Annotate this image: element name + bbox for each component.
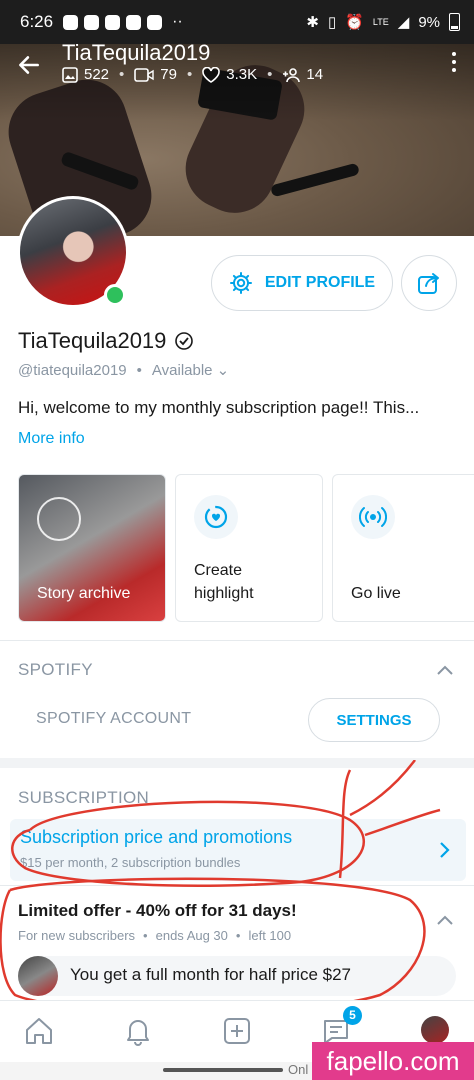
profile-name: TiaTequila2019: [18, 328, 194, 354]
avatar: [18, 956, 58, 996]
video-icon: [134, 67, 154, 82]
battery-percent: 9%: [418, 13, 440, 31]
verified-icon: [175, 332, 194, 350]
watermark: fapello.com: [312, 1042, 474, 1080]
offer-message-text: You get a full month for half price $27: [70, 965, 351, 984]
subscription-price-desc: $15 per month, 2 subscription bundles: [20, 855, 241, 870]
online-indicator: [104, 284, 126, 306]
status-more: ··: [172, 13, 183, 30]
highlight-icon: [194, 495, 238, 539]
profile-nav-avatar[interactable]: [421, 1016, 449, 1044]
home-indicator[interactable]: [163, 1068, 283, 1072]
alarm-icon: ⏰: [345, 14, 364, 31]
offer-message-preview: You get a full month for half price $27: [18, 956, 456, 996]
edit-profile-label: EDIT PROFILE: [264, 274, 376, 291]
signal-icon: ◢: [397, 14, 410, 31]
heart-icon: [202, 66, 221, 83]
add-post-icon[interactable]: [221, 1015, 253, 1047]
chevron-up-icon[interactable]: [436, 664, 454, 676]
spotify-section-title: SPOTIFY: [18, 660, 93, 679]
broadcast-icon: [351, 495, 395, 539]
stat-videos: 79: [134, 66, 177, 83]
status-time: 6:26: [20, 12, 54, 31]
back-arrow-icon[interactable]: [16, 52, 42, 78]
bell-icon[interactable]: [122, 1015, 154, 1047]
more-info-link[interactable]: More info: [18, 430, 85, 448]
go-live-card[interactable]: Go live: [332, 474, 474, 622]
spotify-settings-button[interactable]: SETTINGS: [308, 698, 440, 742]
edit-profile-button[interactable]: EDIT PROFILE: [211, 255, 393, 311]
more-options-icon[interactable]: [452, 52, 456, 72]
stat-photos: 522: [62, 66, 109, 83]
bluetooth-icon: ✱: [306, 14, 319, 31]
archive-icon: [37, 497, 81, 541]
fans-icon: [283, 67, 301, 82]
limited-offer-meta: For new subscribers • ends Aug 30 • left 1…: [18, 928, 292, 943]
chevron-up-icon[interactable]: [436, 914, 454, 926]
subscription-section-title: SUBSCRIPTION: [18, 788, 150, 807]
image-icon: [62, 66, 78, 83]
battery-icon: [449, 13, 460, 31]
profile-header: TiaTequila2019 522 • 79 • 3.3K • 14: [0, 40, 474, 110]
availability-dropdown[interactable]: Available ⌄: [152, 361, 229, 379]
subscription-price-title: Subscription price and promotions: [20, 827, 293, 847]
spotify-account-label: SPOTIFY ACCOUNT: [36, 710, 192, 727]
limited-offer-title: Limited offer - 40% off for 31 days!: [18, 901, 297, 920]
subscription-price-row[interactable]: Subscription price and promotions $15 pe…: [10, 819, 466, 881]
messages-badge: 5: [343, 1006, 362, 1025]
share-icon: [418, 273, 439, 294]
chevron-right-icon: [440, 842, 450, 858]
status-right: ✱ ▯ ⏰ LTE ◢ 9%: [306, 13, 460, 31]
header-title: TiaTequila2019: [62, 40, 211, 65]
profile-handle-row: @tiatequila2019 • Available ⌄: [18, 361, 230, 380]
stat-likes: 3.3K: [202, 66, 257, 83]
header-stats: 522 • 79 • 3.3K • 14: [62, 66, 323, 83]
network-label: LTE: [372, 17, 389, 27]
gear-icon: [229, 272, 252, 294]
home-icon[interactable]: [23, 1015, 55, 1047]
story-archive-card[interactable]: Story archive: [18, 474, 166, 622]
create-highlight-card[interactable]: Create highlight: [175, 474, 323, 622]
footer-partial-text: Onl: [288, 1062, 309, 1077]
share-button[interactable]: [401, 255, 457, 311]
profile-handle: @tiatequila2019: [18, 361, 127, 379]
vibrate-icon: ▯: [327, 14, 337, 31]
profile-bio: Hi, welcome to my monthly subscription p…: [18, 398, 420, 417]
stat-fans: 14: [282, 66, 323, 83]
notification-icons: [63, 14, 163, 30]
status-bar: 6:26 ·· ✱ ▯ ⏰ LTE ◢ 9%: [0, 0, 474, 44]
